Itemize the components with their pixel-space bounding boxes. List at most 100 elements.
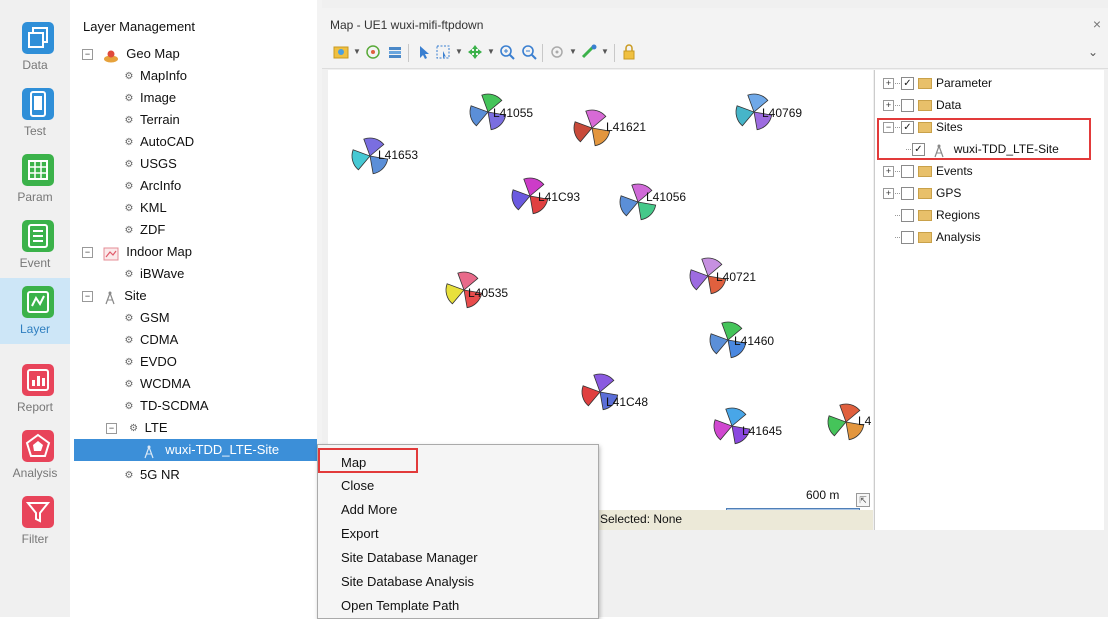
checkbox-checked[interactable]: ✓ — [901, 77, 914, 91]
tree-node-indoor-map[interactable]: − Indoor Map — [82, 241, 192, 263]
tree-label: Regions — [936, 208, 981, 222]
site-label: L41645 — [742, 424, 783, 438]
menu-item-add-more[interactable]: Add More — [341, 498, 397, 522]
tree-leaf-cdma[interactable]: ⚙ CDMA — [122, 329, 179, 351]
tree-leaf-image[interactable]: ⚙ Image — [122, 87, 177, 109]
sidebar-item-analysis[interactable]: Analysis — [0, 422, 70, 488]
sidebar-label-filter: Filter — [21, 532, 49, 546]
sidebar-item-param[interactable]: Param — [0, 146, 70, 212]
map-toolbar: ▼ ▼ ▼ ▼ ▼ ⌄ — [322, 38, 1108, 69]
checkbox-unchecked[interactable] — [901, 187, 914, 201]
tree-leaf-label: CDMA — [140, 332, 179, 347]
tree-node-analysis[interactable]: Analysis — [894, 226, 981, 248]
layer-node-icon: ⚙ — [124, 378, 134, 390]
collapse-icon[interactable]: − — [82, 247, 93, 259]
sidebar-item-event[interactable]: Event — [0, 212, 70, 278]
tree-leaf-label: MapInfo — [140, 68, 187, 83]
sidebar-label-test: Test — [23, 124, 46, 138]
checkbox-unchecked[interactable] — [901, 165, 914, 179]
tree-node-geo-map[interactable]: − Geo Map — [82, 43, 180, 65]
dropdown-arrow-icon[interactable]: ▼ — [600, 47, 610, 57]
tree-leaf-evdo[interactable]: ⚙ EVDO — [122, 351, 177, 373]
tree-leaf-label: WCDMA — [140, 376, 191, 391]
map-icon — [22, 286, 54, 318]
sidebar-item-data[interactable]: Data — [0, 14, 70, 80]
target-icon[interactable] — [548, 43, 566, 61]
checkbox-unchecked[interactable] — [901, 99, 914, 113]
expand-icon[interactable]: + — [883, 188, 894, 200]
close-icon[interactable]: × — [1093, 16, 1101, 32]
open-map-icon[interactable] — [332, 43, 350, 61]
sidebar-item-test[interactable]: Test — [0, 80, 70, 146]
checkbox-unchecked[interactable] — [901, 231, 914, 245]
folder-icon — [918, 166, 932, 178]
expand-icon[interactable]: + — [883, 100, 894, 112]
chevron-down-icon[interactable]: ⌄ — [1088, 45, 1098, 59]
tree-leaf-autocad[interactable]: ⚙ AutoCAD — [122, 131, 195, 153]
collapse-icon[interactable]: − — [82, 49, 93, 61]
tree-leaf-wcdma[interactable]: ⚙ WCDMA — [122, 373, 191, 395]
sector-wedge — [445, 283, 465, 305]
checkbox-unchecked[interactable] — [901, 209, 914, 223]
tree-node-gps[interactable]: + GPS — [883, 182, 961, 204]
sidebar-label-layer: Layer — [19, 322, 51, 336]
pan-move-icon[interactable] — [466, 43, 484, 61]
layer-node-icon: ⚙ — [124, 70, 134, 82]
tree-leaf-zdf[interactable]: ⚙ ZDF — [122, 219, 166, 241]
select-region-icon[interactable] — [434, 43, 452, 61]
site-label: Site — [124, 288, 147, 303]
collapse-icon[interactable]: − — [106, 423, 117, 435]
sector-wedge — [827, 415, 847, 437]
tree-node-events[interactable]: + Events — [883, 160, 973, 182]
expand-icon[interactable]: + — [883, 166, 894, 178]
measure-icon[interactable] — [580, 43, 598, 61]
dropdown-arrow-icon[interactable]: ▼ — [352, 47, 362, 57]
tree-node-site[interactable]: − Site — [82, 285, 147, 307]
menu-item-site-database-manager[interactable]: Site Database Manager — [341, 546, 478, 570]
tree-leaf-kml[interactable]: ⚙ KML — [122, 197, 167, 219]
tree-node-parameter[interactable]: + ✓ Parameter — [883, 72, 992, 94]
dropdown-arrow-icon[interactable]: ▼ — [454, 47, 464, 57]
layer-node-icon: ⚙ — [124, 92, 134, 104]
tree-leaf-mapinfo[interactable]: ⚙ MapInfo — [122, 65, 187, 87]
tree-node-5g-nr[interactable]: ⚙ 5G NR — [122, 464, 180, 486]
map-menu-highlight-box — [318, 448, 418, 473]
tree-leaf-label: Image — [140, 90, 177, 105]
tree-leaf-arcinfo[interactable]: ⚙ ArcInfo — [122, 175, 182, 197]
dropdown-arrow-icon[interactable]: ▼ — [486, 47, 496, 57]
sector-wedge — [593, 373, 615, 393]
expand-icon[interactable]: + — [883, 78, 894, 90]
layer-node-icon: ⚙ — [124, 356, 134, 368]
menu-item-export[interactable]: Export — [341, 522, 379, 546]
left-sidebar: Data Test Param Event Layer Report Analy… — [0, 0, 71, 617]
sidebar-item-layer[interactable]: Layer — [0, 278, 70, 344]
tree-leaf-td-scdma[interactable]: ⚙ TD-SCDMA — [122, 395, 209, 417]
menu-item-open-template-path[interactable]: Open Template Path — [341, 594, 459, 618]
tree-node-data[interactable]: + Data — [883, 94, 961, 116]
sector-wedge — [581, 385, 601, 407]
tree-node-lte[interactable]: − ⚙ LTE — [106, 417, 168, 439]
tree-node-regions[interactable]: Regions — [894, 204, 980, 226]
resize-corner-icon[interactable]: ⇱ — [856, 493, 870, 507]
menu-item-close[interactable]: Close — [341, 474, 374, 498]
tree-leaf-usgs[interactable]: ⚙ USGS — [122, 153, 177, 175]
layers-stack-icon[interactable] — [386, 43, 404, 61]
site-label: L41653 — [378, 148, 419, 162]
lock-icon[interactable] — [620, 43, 638, 61]
indoor-map-label: Indoor Map — [126, 244, 193, 259]
tree-leaf-wuxi-tdd-lte-site-selected[interactable]: wuxi-TDD_LTE-Site — [74, 439, 317, 461]
zoom-in-icon[interactable] — [498, 43, 516, 61]
site-label: L40535 — [468, 286, 509, 300]
sidebar-item-report[interactable]: Report — [0, 356, 70, 422]
collapse-icon[interactable]: − — [82, 291, 93, 303]
tree-leaf-ibwave[interactable]: ⚙ iBWave — [122, 263, 185, 285]
dropdown-arrow-icon[interactable]: ▼ — [568, 47, 578, 57]
tree-leaf-gsm[interactable]: ⚙ GSM — [122, 307, 170, 329]
menu-item-site-database-analysis[interactable]: Site Database Analysis — [341, 570, 474, 594]
sidebar-item-filter[interactable]: Filter — [0, 488, 70, 554]
folder-icon — [918, 232, 932, 244]
zoom-out-icon[interactable] — [520, 43, 538, 61]
select-arrow-icon[interactable] — [414, 43, 432, 61]
tree-leaf-terrain[interactable]: ⚙ Terrain — [122, 109, 180, 131]
site-layer-icon[interactable] — [364, 43, 382, 61]
